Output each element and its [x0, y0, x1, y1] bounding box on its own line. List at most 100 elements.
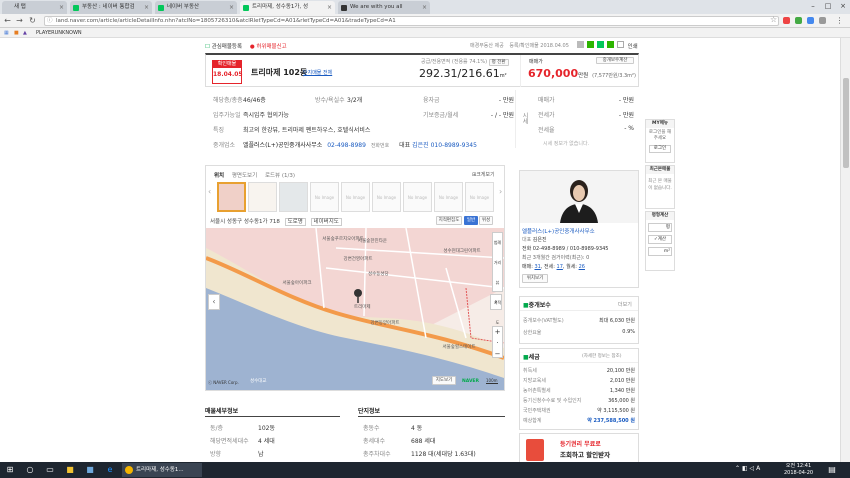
close-icon[interactable]: × [144, 1, 149, 14]
count-sale-link[interactable]: 31 [534, 264, 540, 270]
complex-listings-link[interactable]: 단지매물 전체 [303, 69, 332, 76]
zoom-link[interactable]: ⊞크게보기 [472, 171, 495, 178]
agent-name-link[interactable]: 엘플러스(L+)공인중개사사무소 [522, 227, 595, 235]
back-icon[interactable]: ← [2, 15, 13, 26]
thumbnail-roadview[interactable] [279, 182, 308, 212]
close-icon[interactable]: × [422, 1, 427, 14]
streetview-button[interactable]: 거리뷰 [493, 253, 502, 293]
bookmarks-bar: ▦ ■ ▲ PLAYERUNKNOWN [0, 28, 850, 38]
favorite-link[interactable]: 관심매물등록 [212, 44, 242, 50]
menu-dots-icon[interactable]: ⋮ [834, 15, 845, 26]
thumb-next-icon[interactable]: › [499, 187, 502, 196]
close-icon[interactable]: × [59, 1, 64, 14]
ime-icon[interactable]: A [756, 465, 760, 472]
print-link[interactable]: 인쇄 [628, 44, 638, 50]
ad-banner[interactable]: 등기권리 무료로 조회하고 할인받자 [519, 433, 639, 462]
chevron-up-icon[interactable]: ⌃ [735, 465, 740, 472]
task-view-icon[interactable]: ▭ [44, 464, 56, 476]
info-icon[interactable]: ⓘ [47, 17, 53, 25]
clock[interactable]: 오전 12:41 2018-04-20 [784, 463, 813, 477]
extension-icon[interactable] [819, 17, 826, 24]
browser-tab[interactable]: 네이버 부동산 × [155, 1, 237, 14]
map-normal-button[interactable]: 일반 [464, 216, 478, 225]
windows-start-icon[interactable]: ⊞ [4, 464, 16, 476]
bookmark-link[interactable]: PLAYERUNKNOWN [36, 28, 82, 38]
file-explorer-icon[interactable]: ■ [64, 464, 76, 476]
thumbnail-placeholder[interactable]: No Image [434, 182, 463, 212]
scroll-thumb[interactable] [843, 78, 849, 168]
tab-floorplan[interactable]: 평면도보기 [232, 173, 257, 179]
vertical-scrollbar[interactable] [840, 38, 850, 462]
unit-toggle-button[interactable]: 평 전환 [488, 59, 509, 66]
view-map-button[interactable]: 지도보기 [432, 376, 456, 385]
road-address-select[interactable]: 도로명 [284, 218, 306, 226]
browser-tab[interactable]: We are with you all × [338, 1, 430, 14]
pyeong-input[interactable]: 평 [648, 223, 672, 232]
extension-icon[interactable] [807, 17, 814, 24]
taskbar-chrome-app[interactable]: 트리마제, 성수동1... [122, 463, 202, 477]
detail-label: 해당면적세대수 [210, 438, 249, 445]
twitch-icon[interactable]: ▲ [23, 28, 27, 38]
close-icon[interactable]: × [229, 1, 234, 14]
sqm-input[interactable]: m² [648, 247, 672, 256]
close-icon[interactable]: × [327, 1, 332, 14]
brokerage-more-link[interactable]: 더보기 [618, 301, 632, 308]
volume-icon[interactable]: ◁ [750, 465, 755, 472]
thumbnail-floorplan[interactable] [248, 182, 277, 212]
thumbnail-map[interactable] [217, 182, 246, 212]
map-prev-icon[interactable]: ‹ [208, 294, 220, 310]
map-scale: 100m [486, 378, 498, 384]
count-jeonse-link[interactable]: 17 [557, 264, 563, 270]
extension-icon[interactable] [783, 17, 790, 24]
cafe-icon[interactable] [606, 41, 614, 48]
thumbnail-placeholder[interactable]: No Image [341, 182, 370, 212]
thumbnail-placeholder[interactable]: No Image [372, 182, 401, 212]
phone-more-link[interactable]: 전화번호 [371, 143, 389, 149]
zoom-label: 크게보기 [476, 172, 495, 178]
search-icon[interactable]: ○ [24, 464, 36, 476]
browser-tab[interactable]: 부동산 : 네이버 통합검 × [70, 1, 152, 14]
blog-icon[interactable] [596, 41, 604, 48]
zoom-out-icon[interactable]: − [493, 349, 502, 359]
maximize-icon[interactable]: □ [821, 0, 835, 12]
thumbnail-placeholder[interactable]: No Image [403, 182, 432, 212]
agency-name-link[interactable]: 엘플러스(L+)공인중개사사무소 [243, 142, 322, 149]
extension-icon[interactable] [795, 17, 802, 24]
legend-button[interactable]: 범례 [493, 233, 502, 253]
window-close-icon[interactable]: × [836, 0, 850, 12]
map-satellite-button[interactable]: 위성 [479, 216, 493, 225]
bookmark-icon[interactable]: ■ [14, 28, 19, 38]
star-icon[interactable]: ☆ [770, 15, 777, 24]
notifications-icon[interactable]: ▤ [826, 464, 838, 476]
tab-roadview[interactable]: 로드뷰 (1/3) [265, 173, 295, 179]
calc-button[interactable]: ✓계산 [648, 235, 672, 244]
edge-icon[interactable]: e [104, 464, 116, 476]
count-rent-link[interactable]: 26 [579, 264, 585, 270]
share-icon[interactable] [577, 41, 584, 48]
agent-location-button[interactable]: 위치보기 [522, 274, 548, 283]
thumbnail-placeholder[interactable]: No Image [465, 182, 494, 212]
thumbnail-placeholder[interactable]: No Image [310, 182, 339, 212]
minimize-icon[interactable]: – [806, 0, 820, 12]
fee-calc-button[interactable]: 중개보수계산 [596, 57, 634, 64]
browser-tab[interactable]: 새 탭 × [2, 1, 67, 14]
forward-icon[interactable]: → [14, 15, 25, 26]
network-icon[interactable]: ◧ [742, 465, 748, 472]
naver-map-button[interactable]: 네이버지도 [310, 218, 342, 226]
store-icon[interactable]: ■ [84, 464, 96, 476]
calc-button-label: 계산 [657, 237, 667, 242]
url-input[interactable]: ⓘ land.naver.com/article/articleDetailIn… [44, 16, 779, 26]
reload-icon[interactable]: ↻ [27, 15, 38, 26]
band-icon[interactable] [586, 41, 594, 48]
zoom-slider-icon[interactable]: · [493, 338, 502, 349]
apps-icon[interactable]: ▦ [4, 28, 9, 38]
cadastral-button[interactable]: 지적편집도 [436, 216, 462, 225]
zoom-in-icon[interactable]: + [493, 327, 502, 338]
browser-tab-active[interactable]: 트리마제, 성수동1가, 성 × [240, 1, 335, 14]
thumb-prev-icon[interactable]: ‹ [208, 187, 211, 196]
map-view[interactable]: 서울숲푸르지오아파트 서울숲한진타운 강변건영아파트 성수현대그린아파트 성수동… [206, 228, 504, 390]
report-link[interactable]: 허위매물신고 [256, 44, 286, 50]
print-icon[interactable] [616, 41, 624, 48]
tab-location[interactable]: 위치 [214, 173, 224, 179]
login-button[interactable]: 로그인 [649, 145, 671, 153]
